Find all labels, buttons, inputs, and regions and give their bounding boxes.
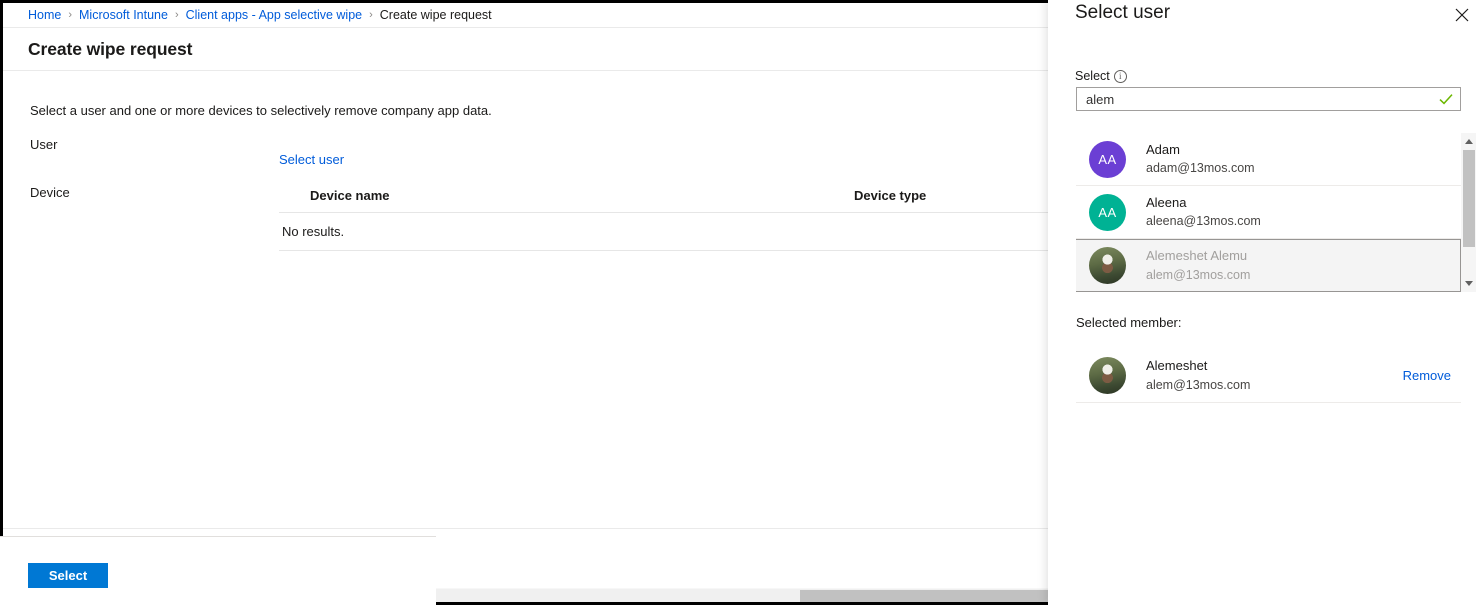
search-input[interactable]	[1076, 87, 1461, 111]
list-item-selected[interactable]: Alemeshet Alemu alem@13mos.com	[1076, 239, 1461, 292]
table-row-empty: No results.	[279, 213, 1048, 251]
avatar-initials: AA	[1098, 204, 1117, 220]
avatar: AA	[1089, 193, 1126, 231]
selected-member-email: alem@13mos.com	[1146, 377, 1251, 392]
column-header-device-name[interactable]: Device name	[279, 188, 854, 203]
intro-description: Select a user and one or more devices to…	[30, 103, 492, 118]
breadcrumb-item-create-wipe-request: Create wipe request	[379, 8, 492, 22]
list-item[interactable]: AA Aleena aleena@13mos.com	[1076, 186, 1461, 239]
breadcrumb-item-client-apps-app-selective-wipe[interactable]: Client apps - App selective wipe	[186, 8, 362, 22]
breadcrumb: Home › Microsoft Intune › Client apps - …	[3, 3, 1048, 28]
device-table: Device name Device type No results.	[279, 178, 1048, 251]
create-wipe-request-blade: Home › Microsoft Intune › Client apps - …	[3, 3, 1048, 602]
panel-title: Select user	[1075, 2, 1171, 23]
blade-title-bar: Create wipe request	[3, 28, 1048, 71]
vertical-scrollbar-thumb[interactable]	[1463, 150, 1475, 247]
list-item-name: Alemeshet Alemu	[1146, 248, 1248, 264]
list-item-email: alem@13mos.com	[1146, 267, 1251, 282]
panel-footer: Select	[0, 536, 436, 605]
close-icon[interactable]	[1449, 2, 1475, 28]
page-title: Create wipe request	[28, 38, 193, 59]
app-frame: Home › Microsoft Intune › Client apps - …	[0, 0, 1484, 605]
remove-member-link[interactable]: Remove	[1403, 368, 1451, 383]
avatar: AA	[1089, 140, 1126, 178]
scroll-up-arrow-icon[interactable]	[1465, 139, 1473, 144]
column-header-device-type[interactable]: Device type	[854, 188, 1048, 203]
select-user-link[interactable]: Select user	[279, 152, 344, 167]
scroll-down-arrow-icon[interactable]	[1465, 281, 1473, 286]
user-field-label: User	[30, 137, 58, 152]
info-icon[interactable]: i	[1113, 69, 1127, 83]
select-button[interactable]: Select	[28, 563, 108, 588]
select-field-label: Select i	[1075, 69, 1127, 83]
breadcrumb-separator-icon: ›	[369, 9, 373, 21]
list-item-email: adam@13mos.com	[1146, 161, 1255, 176]
selected-member-name: Alemeshet	[1146, 358, 1208, 374]
selected-member-row: Alemeshet alem@13mos.com Remove	[1076, 349, 1461, 403]
no-results-message: No results.	[282, 224, 345, 239]
horizontal-scrollbar-thumb[interactable]	[800, 590, 1048, 602]
select-search-field	[1076, 87, 1461, 111]
blade-body: Select a user and one or more devices to…	[3, 71, 1048, 528]
avatar-photo	[1089, 247, 1126, 284]
avatar-photo	[1089, 357, 1126, 394]
avatar-initials: AA	[1098, 151, 1117, 167]
breadcrumb-separator-icon: ›	[68, 9, 73, 21]
list-item-name: Aleena	[1146, 194, 1187, 210]
list-item-email: aleena@13mos.com	[1146, 214, 1261, 229]
breadcrumb-separator-icon: ›	[174, 9, 179, 21]
breadcrumb-item-microsoft-intune[interactable]: Microsoft Intune	[79, 8, 168, 22]
list-item-text: Aleena aleena@13mos.com	[1146, 194, 1261, 231]
device-field-label: Device	[30, 185, 70, 200]
user-results-list[interactable]: AA Adam adam@13mos.com AA Aleena aleena@…	[1076, 133, 1461, 292]
list-item-text: Adam adam@13mos.com	[1146, 141, 1255, 178]
breadcrumb-item-home[interactable]: Home	[28, 8, 61, 22]
selected-member-text: Alemeshet alem@13mos.com	[1146, 357, 1403, 394]
table-header-row: Device name Device type	[279, 178, 1048, 213]
list-item-text: Alemeshet Alemu alem@13mos.com	[1146, 247, 1250, 284]
list-item-name: Adam	[1146, 141, 1180, 157]
selected-member-heading: Selected member:	[1076, 315, 1182, 330]
list-item[interactable]: AA Adam adam@13mos.com	[1076, 133, 1461, 186]
select-field-label-text: Select	[1075, 69, 1110, 83]
results-vertical-scrollbar[interactable]	[1461, 133, 1476, 292]
panel-header: Select user	[1048, 0, 1484, 38]
